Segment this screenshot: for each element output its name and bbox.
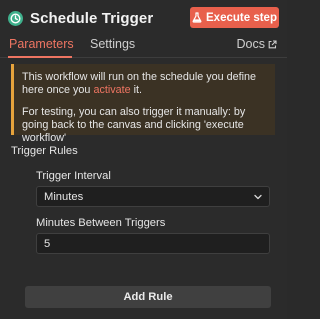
node-title: Schedule Trigger — [30, 9, 154, 27]
external-link-icon — [268, 39, 277, 48]
panel-header: Schedule Trigger Execute step — [8, 7, 279, 29]
execute-step-label: Execute step — [206, 11, 277, 24]
schedule-notice: This workflow will run on the schedule y… — [11, 64, 275, 144]
add-rule-button[interactable]: Add Rule — [25, 286, 271, 308]
docs-label: Docs — [236, 37, 265, 51]
tab-parameters[interactable]: Parameters — [9, 37, 74, 51]
execute-step-button[interactable]: Execute step — [190, 7, 279, 28]
active-tab-indicator — [8, 56, 72, 58]
docs-link[interactable]: Docs — [237, 37, 277, 51]
trigger-rules-heading: Trigger Rules — [11, 145, 78, 157]
minutes-value: 5 — [44, 237, 51, 250]
trigger-interval-select[interactable]: Minutes — [36, 186, 270, 207]
notice-line-1: This workflow will run on the schedule y… — [22, 71, 267, 97]
minutes-between-triggers-input[interactable]: 5 — [36, 233, 270, 254]
tab-settings[interactable]: Settings — [90, 37, 135, 51]
trigger-interval-value: Minutes — [44, 190, 84, 203]
notice-line-2: For testing, you can also trigger it man… — [22, 106, 246, 144]
clock-icon — [8, 10, 23, 26]
flask-icon — [192, 12, 202, 23]
add-rule-label: Add Rule — [123, 291, 173, 303]
trigger-interval-label: Trigger Interval — [36, 170, 111, 182]
tab-bar: Parameters Settings Docs — [0, 36, 287, 58]
chevron-down-icon — [254, 194, 262, 200]
activate-link[interactable]: activate — [93, 84, 130, 96]
notice-text-after: it. — [130, 84, 143, 96]
node-details-panel: Schedule Trigger Execute step Parameters… — [0, 0, 287, 319]
minutes-between-triggers-label: Minutes Between Triggers — [36, 217, 166, 229]
